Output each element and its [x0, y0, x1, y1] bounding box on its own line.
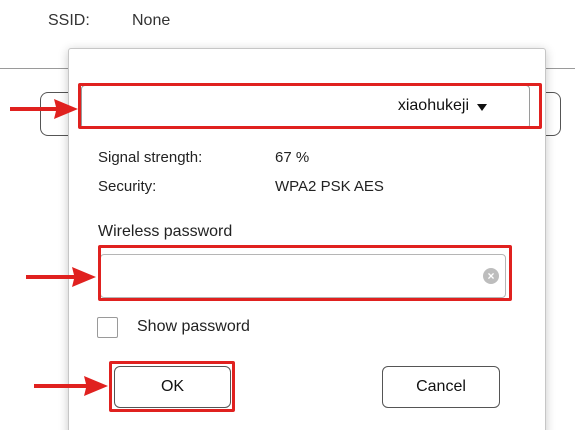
triangle-down-icon — [477, 104, 487, 111]
network-select-dropdown[interactable]: xiaohukeji — [81, 85, 530, 129]
selected-network-name: xiaohukeji — [397, 97, 469, 114]
ssid-value: None — [132, 12, 171, 29]
wireless-password-label: Wireless password — [98, 223, 233, 240]
security-value: WPA2 PSK AES — [275, 178, 384, 195]
wifi-settings-screen: SSID: None xiaohukeji Signal strength: 6… — [0, 0, 575, 430]
ssid-row: SSID: None — [48, 12, 170, 30]
ssid-label: SSID: — [48, 12, 90, 29]
security-label: Security: — [98, 178, 157, 195]
show-password-checkbox[interactable] — [97, 317, 118, 338]
ok-button[interactable]: OK — [114, 366, 231, 408]
cancel-button[interactable]: Cancel — [382, 366, 500, 408]
show-password-label[interactable]: Show password — [137, 318, 250, 336]
wireless-password-input[interactable] — [100, 254, 506, 298]
signal-strength-value: 67 % — [275, 149, 310, 166]
wireless-network-dialog: xiaohukeji Signal strength: 67 % Securit… — [68, 48, 546, 430]
clear-circle-icon[interactable]: × — [483, 268, 499, 284]
signal-strength-label: Signal strength: — [98, 149, 203, 166]
